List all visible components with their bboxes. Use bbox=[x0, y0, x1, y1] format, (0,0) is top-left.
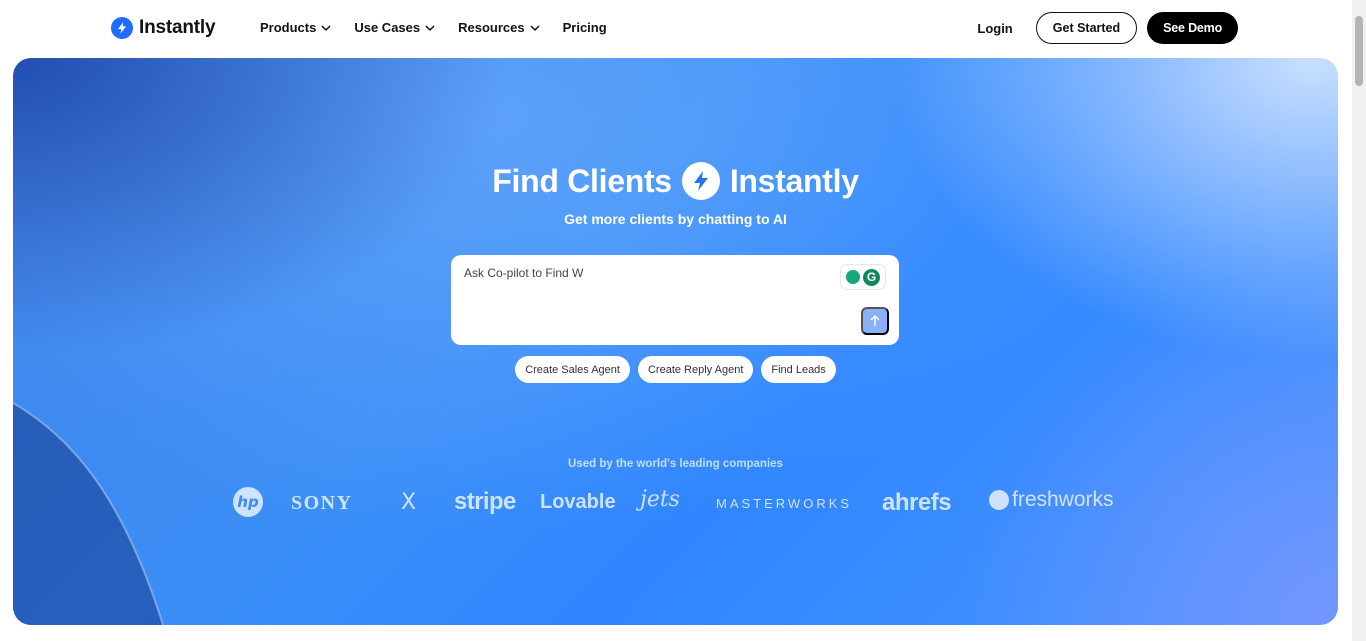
hero-title-right: Instantly bbox=[729, 162, 859, 199]
suggestion-chips: Create Sales Agent Create Reply Agent Fi… bbox=[13, 356, 1338, 383]
lightning-icon bbox=[681, 162, 720, 200]
freshworks-icon bbox=[989, 490, 1009, 510]
x-logo: X bbox=[401, 490, 417, 515]
nav-menu: Products Use Cases Resources Pricing bbox=[260, 20, 629, 35]
chip-create-reply-agent[interactable]: Create Reply Agent bbox=[637, 356, 754, 383]
brand-name: Instantly bbox=[139, 17, 216, 38]
hero-title-left: Find Clients bbox=[492, 162, 672, 199]
jets-logo: jets bbox=[640, 487, 680, 512]
nav-item-use-cases[interactable]: Use Cases bbox=[354, 20, 436, 35]
nav-item-label: Use Cases bbox=[354, 20, 421, 35]
top-navbar: Instantly Products Use Cases Resources P… bbox=[0, 0, 1352, 57]
hero-section: Find Clients Instantly Get more clients … bbox=[13, 58, 1338, 625]
nav-actions: Login Get Started See Demo bbox=[977, 12, 1238, 44]
lightning-icon bbox=[111, 17, 133, 39]
nav-item-label: Products bbox=[260, 20, 317, 35]
nav-item-resources[interactable]: Resources bbox=[458, 20, 540, 35]
hero-title: Find Clients Instantly bbox=[13, 162, 1338, 200]
nav-item-label: Resources bbox=[458, 20, 525, 35]
customer-logos: hp SONY X stripe Lovable jets MASTERWORK… bbox=[13, 484, 1338, 524]
nav-item-pricing[interactable]: Pricing bbox=[563, 20, 607, 35]
chevron-down-icon bbox=[530, 24, 540, 31]
freshworks-logo: freshworks bbox=[989, 488, 1114, 512]
ahrefs-logo: ahrefs bbox=[882, 489, 952, 516]
nav-item-label: Pricing bbox=[562, 20, 607, 35]
send-button[interactable] bbox=[861, 307, 889, 335]
hero-subtitle: Get more clients by chatting to AI bbox=[564, 211, 787, 227]
get-started-button[interactable]: Get Started bbox=[1035, 12, 1138, 44]
masterworks-logo: MASTERWORKS bbox=[716, 496, 853, 511]
grammarly-icon: G bbox=[863, 268, 880, 286]
scrollbar-thumb[interactable] bbox=[1355, 16, 1363, 86]
chevron-down-icon bbox=[425, 24, 435, 31]
pin-icon bbox=[846, 270, 860, 284]
browser-extension-icons[interactable]: G bbox=[841, 265, 885, 289]
arrow-up-icon bbox=[870, 315, 880, 326]
page-scrollbar[interactable] bbox=[1352, 0, 1366, 641]
lovable-logo: Lovable bbox=[540, 491, 616, 513]
used-by-caption: Used by the world's leading companies bbox=[568, 458, 783, 470]
login-link[interactable]: Login bbox=[977, 21, 1012, 36]
chip-create-sales-agent[interactable]: Create Sales Agent bbox=[515, 356, 630, 383]
hp-logo: hp bbox=[233, 487, 263, 517]
sony-logo: SONY bbox=[291, 492, 353, 514]
chip-find-leads[interactable]: Find Leads bbox=[761, 356, 836, 383]
brand-logo[interactable]: Instantly bbox=[111, 17, 216, 39]
chevron-down-icon bbox=[321, 24, 331, 31]
copilot-input[interactable] bbox=[464, 266, 834, 280]
copilot-chatbox: G bbox=[451, 255, 899, 345]
stripe-logo: stripe bbox=[454, 488, 516, 515]
see-demo-button[interactable]: See Demo bbox=[1147, 12, 1238, 44]
nav-item-products[interactable]: Products bbox=[260, 20, 332, 35]
